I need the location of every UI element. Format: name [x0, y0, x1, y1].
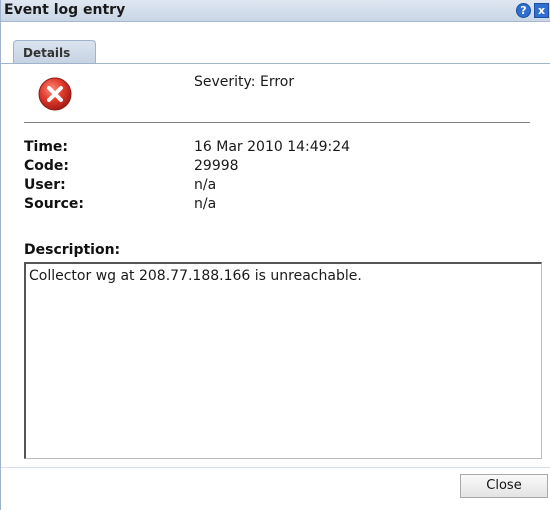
description-textarea[interactable]: Collector wg at 208.77.188.166 is unreac…: [24, 262, 542, 459]
source-value: n/a: [194, 196, 217, 212]
user-value: n/a: [194, 177, 217, 193]
separator: [24, 122, 530, 123]
source-label: Source:: [24, 196, 84, 212]
error-icon: [38, 77, 72, 111]
title-bar[interactable]: Event log entry ? x: [1, 0, 550, 22]
dialog-title: Event log entry: [4, 2, 126, 18]
tab-details[interactable]: Details: [13, 40, 96, 64]
code-value: 29998: [194, 158, 239, 174]
time-label: Time:: [24, 139, 69, 155]
footer-divider: [1, 467, 550, 468]
tab-divider: [1, 63, 550, 64]
tab-details-label: Details: [23, 46, 71, 60]
event-log-dialog: Event log entry ? x Details Severity: Er…: [0, 0, 550, 510]
user-label: User:: [24, 177, 66, 193]
time-value: 16 Mar 2010 14:49:24: [194, 139, 351, 155]
code-label: Code:: [24, 158, 70, 174]
close-button[interactable]: Close: [460, 474, 548, 498]
description-label: Description:: [24, 242, 121, 258]
severity-text: Severity: Error: [194, 74, 295, 90]
close-icon[interactable]: x: [534, 3, 549, 18]
help-icon[interactable]: ?: [516, 3, 531, 18]
